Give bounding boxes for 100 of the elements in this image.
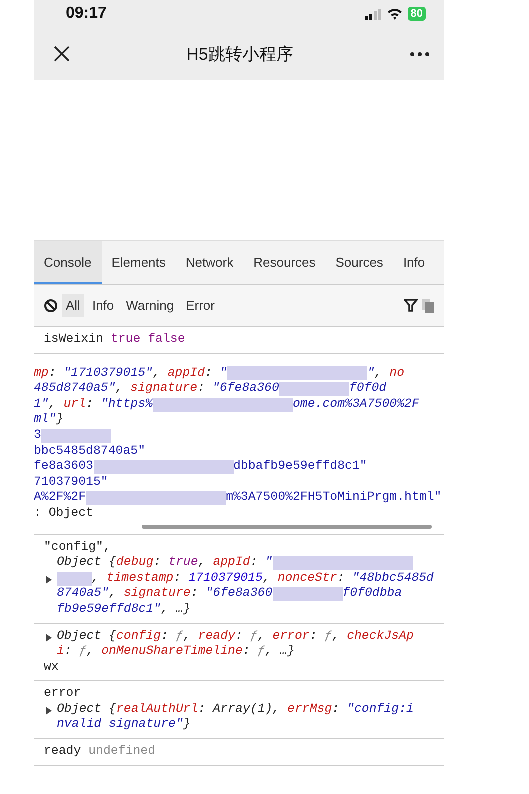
log-text: dbbafb9e59effd8c1" <box>234 459 368 475</box>
log-text: , <box>258 628 266 644</box>
log-text: f0f0dbba <box>342 586 402 602</box>
log-text: debug <box>116 555 154 571</box>
log-text: "config:i <box>347 702 414 718</box>
filter-tab[interactable]: Error <box>182 294 219 317</box>
log-text: , …} <box>161 602 191 618</box>
log-text: "6fe8a360 <box>206 586 273 602</box>
log-text: : <box>332 702 341 718</box>
devtools-tab[interactable]: Console <box>34 241 102 284</box>
devtools-tab[interactable]: Elements <box>102 241 176 284</box>
devtools-tab[interactable]: Info <box>393 241 436 284</box>
wifi-icon <box>386 8 403 20</box>
expand-triangle-icon[interactable] <box>46 634 52 642</box>
log-text: checkJsAp <box>347 628 414 644</box>
log-text: appId <box>168 366 206 382</box>
log-text: nonceStr <box>278 570 338 586</box>
log-text: , <box>198 555 207 571</box>
log-text: : <box>310 628 318 644</box>
redaction-blur <box>223 398 293 412</box>
log-text: f0f0d <box>349 381 387 397</box>
log-text: undefined <box>88 744 156 760</box>
filter-icon[interactable] <box>404 299 418 312</box>
filter-tab[interactable]: Info <box>88 294 118 317</box>
log-text: 710379015" <box>34 474 108 490</box>
log-text: m%3A7500%2FH5ToMiniPrgm.html" <box>226 490 442 506</box>
log-text: : <box>242 644 252 660</box>
log-text: ƒ <box>250 628 258 644</box>
log-text: : <box>198 381 206 397</box>
log-text: timestamp <box>106 570 174 586</box>
log-text: no <box>390 366 405 382</box>
log-text: ƒ <box>176 628 184 644</box>
log-text: : <box>337 570 346 586</box>
log-text: appId <box>213 555 250 571</box>
log-text: , <box>332 628 341 644</box>
log-text: " <box>367 366 375 382</box>
log-text: error <box>44 686 82 702</box>
log-text: signature <box>124 586 191 602</box>
log-text: fe8a3603 <box>34 459 94 475</box>
redaction-blur <box>272 556 343 570</box>
log-text: true false <box>110 332 186 348</box>
log-text: : <box>86 396 94 412</box>
log-text: isWeixin <box>44 332 104 348</box>
redaction-blur <box>153 398 223 412</box>
more-icon[interactable] <box>410 52 430 56</box>
redaction-blur <box>57 572 92 586</box>
log-text: nvalid signature" <box>57 717 184 734</box>
log-text: , <box>92 570 100 586</box>
log-text: ƒ <box>79 644 87 660</box>
log-text: 8740a5" <box>57 586 110 602</box>
log-text: 485d8740a5" <box>34 381 116 397</box>
devtools-tab[interactable]: Network <box>176 241 244 284</box>
log-text: "48bbc5485d <box>352 570 434 586</box>
clear-console-icon[interactable] <box>44 298 58 312</box>
close-icon[interactable] <box>54 46 70 62</box>
log-text: ml" <box>34 412 56 428</box>
log-text: , <box>374 366 384 382</box>
log-text: } <box>183 717 191 734</box>
log-text: ready <box>44 744 82 760</box>
log-text: : Array(1), <box>198 702 282 718</box>
redaction-blur <box>86 491 156 506</box>
log-text: A%2F%2F <box>34 490 86 506</box>
log-text: "1710379015" <box>64 366 153 382</box>
log-text: signature <box>130 381 198 397</box>
log-text: "https% <box>100 396 153 412</box>
log-text: , <box>183 628 192 644</box>
log-text: : <box>48 366 58 382</box>
redaction-blur <box>156 491 226 506</box>
log-text: , <box>86 644 96 660</box>
log-text: : <box>205 366 214 382</box>
expand-triangle-icon[interactable] <box>46 576 52 584</box>
filter-tab[interactable]: All <box>62 294 84 317</box>
redaction-blur <box>164 460 234 474</box>
log-text: } <box>56 412 64 428</box>
log-text: bbc5485d8740a5" <box>34 444 146 460</box>
redaction-blur <box>227 366 298 380</box>
devtools-tab[interactable]: Sources <box>326 241 394 284</box>
redaction-blur <box>94 460 164 474</box>
log-text: , <box>48 396 58 412</box>
scrollbar[interactable] <box>142 524 432 529</box>
devtools-tab[interactable]: Resources <box>244 241 326 284</box>
log-text: onMenuShareTimeline <box>102 644 243 660</box>
log-text: fb9e59effd8c1" <box>57 602 162 618</box>
log-text: : <box>64 644 73 660</box>
log-text: , <box>109 586 118 602</box>
battery-level: 80 <box>408 7 426 21</box>
log-text: " <box>220 366 228 382</box>
log-text: : Object <box>34 506 94 522</box>
redaction-blur <box>272 587 343 602</box>
log-text: : <box>236 628 244 644</box>
log-text: : <box>190 586 200 602</box>
log-text: mp <box>34 366 49 382</box>
log-text: : <box>250 555 259 571</box>
expand-triangle-icon[interactable] <box>46 706 52 715</box>
log-text: true <box>168 555 198 571</box>
log-text: : <box>161 628 170 644</box>
log-text: wx <box>44 660 59 676</box>
redaction-blur <box>342 556 413 570</box>
filter-tab[interactable]: Warning <box>122 294 178 317</box>
log-text: config <box>116 628 162 644</box>
